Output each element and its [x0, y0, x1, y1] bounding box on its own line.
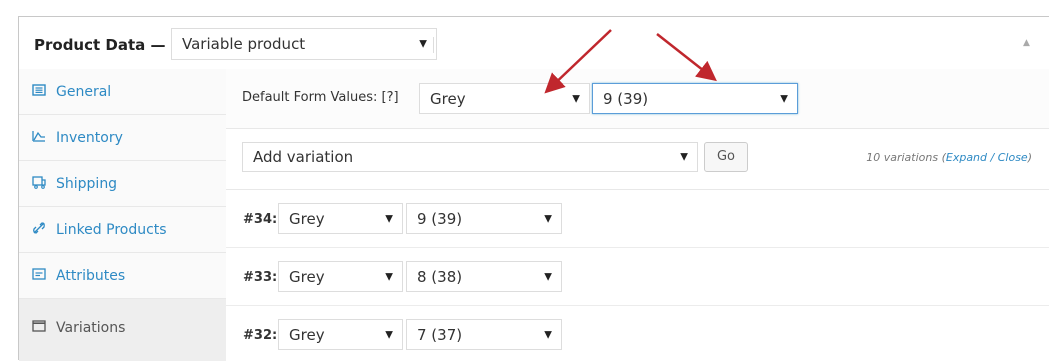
chevron-down-icon: ▼: [572, 93, 580, 104]
expand-link[interactable]: Expand: [946, 151, 987, 164]
tab-linked-products[interactable]: Linked Products: [19, 207, 226, 253]
variation-count: 10 variations (Expand / Close): [866, 151, 1032, 164]
variation-color-select[interactable]: Grey ▼: [278, 319, 403, 350]
default-size-value: 9 (39): [603, 89, 649, 108]
default-color-value: Grey: [430, 89, 466, 108]
product-type-value: Variable product: [182, 35, 306, 53]
chevron-down-icon: ▼: [385, 271, 393, 282]
variation-count-text: 10 variations: [866, 151, 939, 164]
panel-title: Product Data —: [34, 36, 166, 54]
variations-icon: [32, 320, 46, 332]
chevron-down-icon: ▼: [385, 329, 393, 340]
variation-color-select[interactable]: Grey ▼: [278, 203, 403, 234]
inventory-icon: [32, 131, 45, 142]
tab-label: Shipping: [56, 176, 118, 192]
tab-general[interactable]: General: [19, 69, 226, 115]
go-button[interactable]: Go: [704, 142, 748, 172]
tab-label: Linked Products: [56, 222, 167, 238]
variation-color-select[interactable]: Grey ▼: [278, 261, 403, 292]
tab-inventory[interactable]: Inventory: [19, 115, 226, 161]
tab-attributes[interactable]: Attributes: [19, 253, 226, 299]
tab-label: Variations: [56, 320, 126, 336]
variation-size-value: 9 (39): [417, 209, 463, 228]
add-variation-select[interactable]: Add variation ▼: [242, 142, 698, 172]
divider: [433, 37, 434, 53]
variation-row: #34: Grey ▼ 9 (39) ▼: [226, 190, 1049, 248]
chevron-down-icon: ▼: [385, 213, 393, 224]
variation-number: #32:: [243, 328, 278, 343]
close-link[interactable]: Close: [998, 151, 1028, 164]
default-form-values-row: Default Form Values: [?] Grey ▼ 9 (39) ▼: [226, 69, 1049, 129]
default-form-values-label: Default Form Values: [?]: [242, 90, 399, 105]
tab-shipping[interactable]: Shipping: [19, 161, 226, 207]
chevron-down-icon: ▼: [544, 271, 552, 282]
tab-label: Attributes: [56, 268, 126, 284]
add-variation-value: Add variation: [253, 148, 354, 166]
collapse-toggle-icon[interactable]: ▲: [1023, 38, 1030, 48]
attributes-icon: [32, 268, 46, 280]
default-color-select[interactable]: Grey ▼: [419, 83, 590, 114]
variation-size-select[interactable]: 9 (39) ▼: [406, 203, 562, 234]
chevron-down-icon: ▼: [544, 213, 552, 224]
product-data-tabs: General Inventory Shipping Linked Produc…: [19, 69, 227, 361]
tab-label: Inventory: [56, 130, 123, 146]
variation-size-value: 8 (38): [417, 267, 463, 286]
variation-number: #34:: [243, 212, 278, 227]
chevron-down-icon: ▼: [419, 38, 427, 50]
tab-label: General: [56, 84, 112, 100]
general-icon: [32, 84, 46, 96]
chevron-down-icon: ▼: [680, 151, 688, 163]
variation-color-value: Grey: [289, 209, 325, 228]
variation-color-value: Grey: [289, 267, 325, 286]
add-variation-row: Add variation ▼ Go 10 variations (Expand…: [226, 129, 1049, 190]
variations-panel: Default Form Values: [?] Grey ▼ 9 (39) ▼…: [226, 69, 1049, 361]
variation-size-value: 7 (37): [417, 325, 463, 344]
product-data-panel: Product Data — Variable product ▼ ▲ Gene…: [18, 16, 1049, 361]
variation-size-select[interactable]: 8 (38) ▼: [406, 261, 562, 292]
chevron-down-icon: ▼: [780, 93, 788, 104]
variation-number: #33:: [243, 270, 278, 285]
tab-variations[interactable]: Variations: [19, 299, 226, 361]
variation-size-select[interactable]: 7 (37) ▼: [406, 319, 562, 350]
link-separator: /: [990, 151, 995, 164]
panel-header: Product Data — Variable product ▼ ▲: [19, 17, 1049, 70]
shipping-icon: [32, 176, 46, 189]
product-type-select[interactable]: Variable product ▼: [171, 28, 437, 60]
variation-row: #32: Grey ▼ 7 (37) ▼: [226, 306, 1049, 361]
chevron-down-icon: ▼: [544, 329, 552, 340]
default-size-select[interactable]: 9 (39) ▼: [592, 83, 798, 114]
link-icon: [33, 222, 45, 234]
variation-color-value: Grey: [289, 325, 325, 344]
variation-row: #33: Grey ▼ 8 (38) ▼: [226, 248, 1049, 306]
